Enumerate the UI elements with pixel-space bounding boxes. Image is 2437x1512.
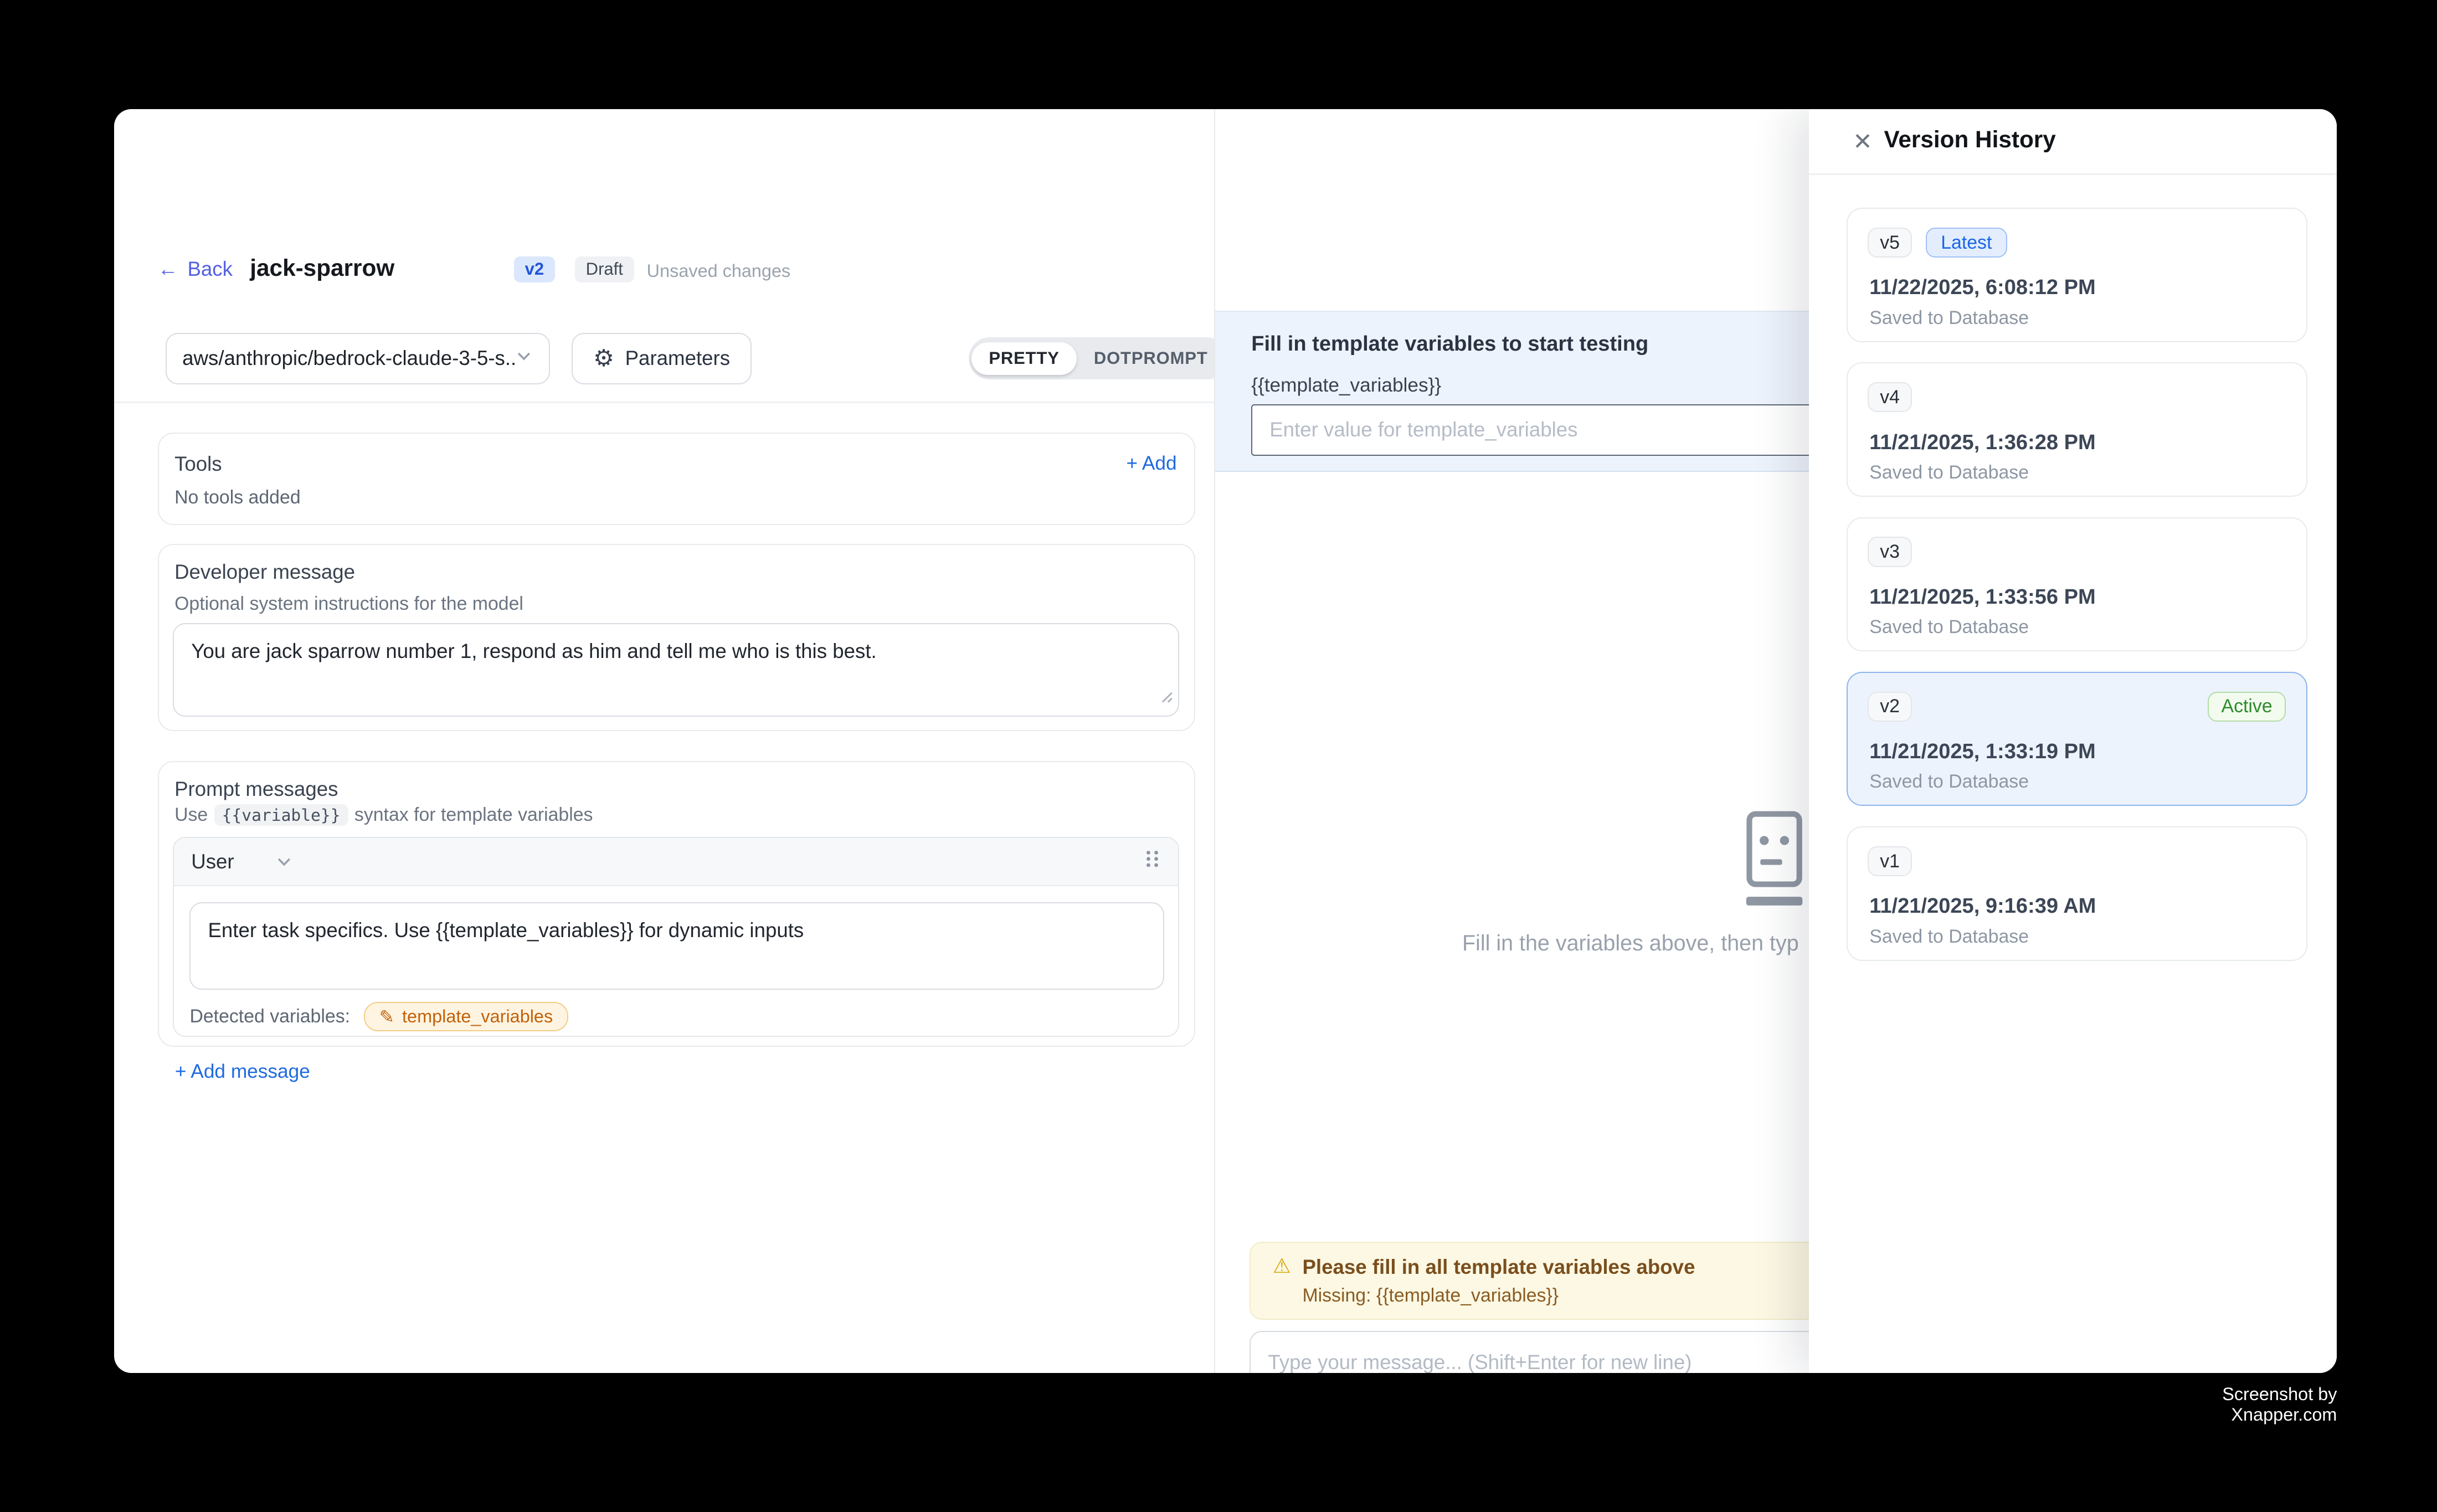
app-window: ← Back jack-sparrow v2 Draft Unsaved cha… [114,109,2337,1373]
version-number-badge: v1 [1868,846,1911,876]
version-timestamp: 11/21/2025, 1:33:56 PM [1869,585,2095,609]
draft-status-badge: Draft [575,256,634,282]
version-number-badge: v4 [1868,382,1911,412]
template-variable-label: {{template_variables}} [1251,374,1441,397]
subtitle-prefix: Use [174,804,208,826]
latest-badge: Latest [1926,228,2007,258]
tools-empty-text: No tools added [174,487,301,508]
version-card-v1[interactable]: v1 11/21/2025, 9:16:39 AM Saved to Datab… [1847,826,2307,961]
prompt-messages-title: Prompt messages [174,778,338,801]
version-number-badge: v3 [1868,537,1911,567]
watermark: Screenshot by Xnapper.com [2154,1384,2337,1425]
parameters-button[interactable]: ⚙ Parameters [572,333,751,384]
message-block: User Enter task specifics. Use {{templat… [173,837,1179,1037]
toggle-pretty[interactable]: PRETTY [971,342,1076,375]
view-mode-toggle: PRETTY DOTPROMPT [969,337,1228,379]
version-saved-status: Saved to Database [1869,771,2029,793]
add-message-button[interactable]: + Add message [175,1061,310,1083]
chevron-down-icon [515,347,533,371]
developer-message-card: Developer message Optional system instru… [158,544,1195,731]
back-button[interactable]: ← Back [158,258,233,281]
tools-title: Tools [174,452,222,476]
role-select[interactable]: User [191,850,294,873]
version-card-v4[interactable]: v4 11/21/2025, 1:36:28 PM Saved to Datab… [1847,362,2307,497]
toolbar-divider [114,402,1214,403]
chevron-down-icon [275,852,294,871]
version-card-v2[interactable]: v2 Active 11/21/2025, 1:33:19 PM Saved t… [1847,672,2307,806]
variable-syntax-chip: {{variable}} [214,804,348,826]
version-history-panel: ✕ Version History v5 Latest 11/22/2025, … [1809,109,2337,1373]
version-card-v3[interactable]: v3 11/21/2025, 1:33:56 PM Saved to Datab… [1847,517,2307,652]
prompt-messages-card: Prompt messages Use {{variable}} syntax … [158,761,1195,1047]
back-arrow-icon: ← [158,258,178,281]
back-label: Back [187,258,233,281]
role-value: User [191,850,234,873]
active-badge: Active [2208,692,2286,722]
developer-message-input[interactable]: You are jack sparrow number 1, respond a… [173,623,1179,717]
version-saved-status: Saved to Database [1869,926,2029,948]
warning-triangle-icon: ⚠ [1273,1254,1291,1278]
tools-card: Tools + Add No tools added [158,433,1195,524]
version-badge: v2 [514,256,555,282]
version-saved-status: Saved to Database [1869,616,2029,638]
drag-handle-icon[interactable] [1144,847,1161,876]
developer-message-subtitle: Optional system instructions for the mod… [174,593,523,615]
detected-variable-name: template_variables [402,1006,553,1027]
gear-icon: ⚙ [593,347,614,370]
unsaved-changes-label: Unsaved changes [647,261,791,281]
version-saved-status: Saved to Database [1869,307,2029,329]
detected-variables-row: Detected variables: ✎ template_variables [189,1002,568,1031]
pencil-icon: ✎ [379,1006,394,1027]
version-timestamp: 11/21/2025, 1:36:28 PM [1869,431,2095,455]
version-number-badge: v5 [1868,228,1911,258]
parameters-label: Parameters [625,347,730,370]
version-history-divider [1809,173,2337,175]
prompt-message-input[interactable]: Enter task specifics. Use {{template_var… [189,902,1164,990]
model-select-value: aws/anthropic/bedrock-claude-3-5-s... [182,347,515,370]
message-header: User [174,838,1178,886]
detected-variable-pill[interactable]: ✎ template_variables [364,1002,568,1031]
developer-message-title: Developer message [174,560,355,584]
version-timestamp: 11/21/2025, 9:16:39 AM [1869,894,2096,918]
add-tool-button[interactable]: + Add [1126,452,1176,475]
version-timestamp: 11/21/2025, 1:33:19 PM [1869,740,2095,764]
warning-title: Please fill in all template variables ab… [1302,1256,1695,1279]
close-icon[interactable]: ✕ [1853,128,1872,155]
resize-grip-icon[interactable] [1161,681,1174,709]
version-number-badge: v2 [1868,692,1911,722]
version-card-v5[interactable]: v5 Latest 11/22/2025, 6:08:12 PM Saved t… [1847,208,2307,342]
version-history-title: Version History [1884,126,2056,153]
screenshot-stage: ← Back jack-sparrow v2 Draft Unsaved cha… [0,0,2437,1512]
fill-variables-title: Fill in template variables to start test… [1251,332,1648,356]
version-timestamp: 11/22/2025, 6:08:12 PM [1869,276,2095,300]
model-select[interactable]: aws/anthropic/bedrock-claude-3-5-s... [166,333,550,384]
toggle-dotprompt[interactable]: DOTPROMPT [1077,342,1225,375]
detected-variables-label: Detected variables: [189,1006,350,1027]
prompt-messages-subtitle: Use {{variable}} syntax for template var… [174,804,593,826]
warning-missing-text: Missing: {{template_variables}} [1302,1285,1559,1307]
subtitle-suffix: syntax for template variables [354,804,593,826]
robot-icon [1745,811,1804,914]
version-saved-status: Saved to Database [1869,462,2029,484]
page-title: jack-sparrow [250,255,394,281]
